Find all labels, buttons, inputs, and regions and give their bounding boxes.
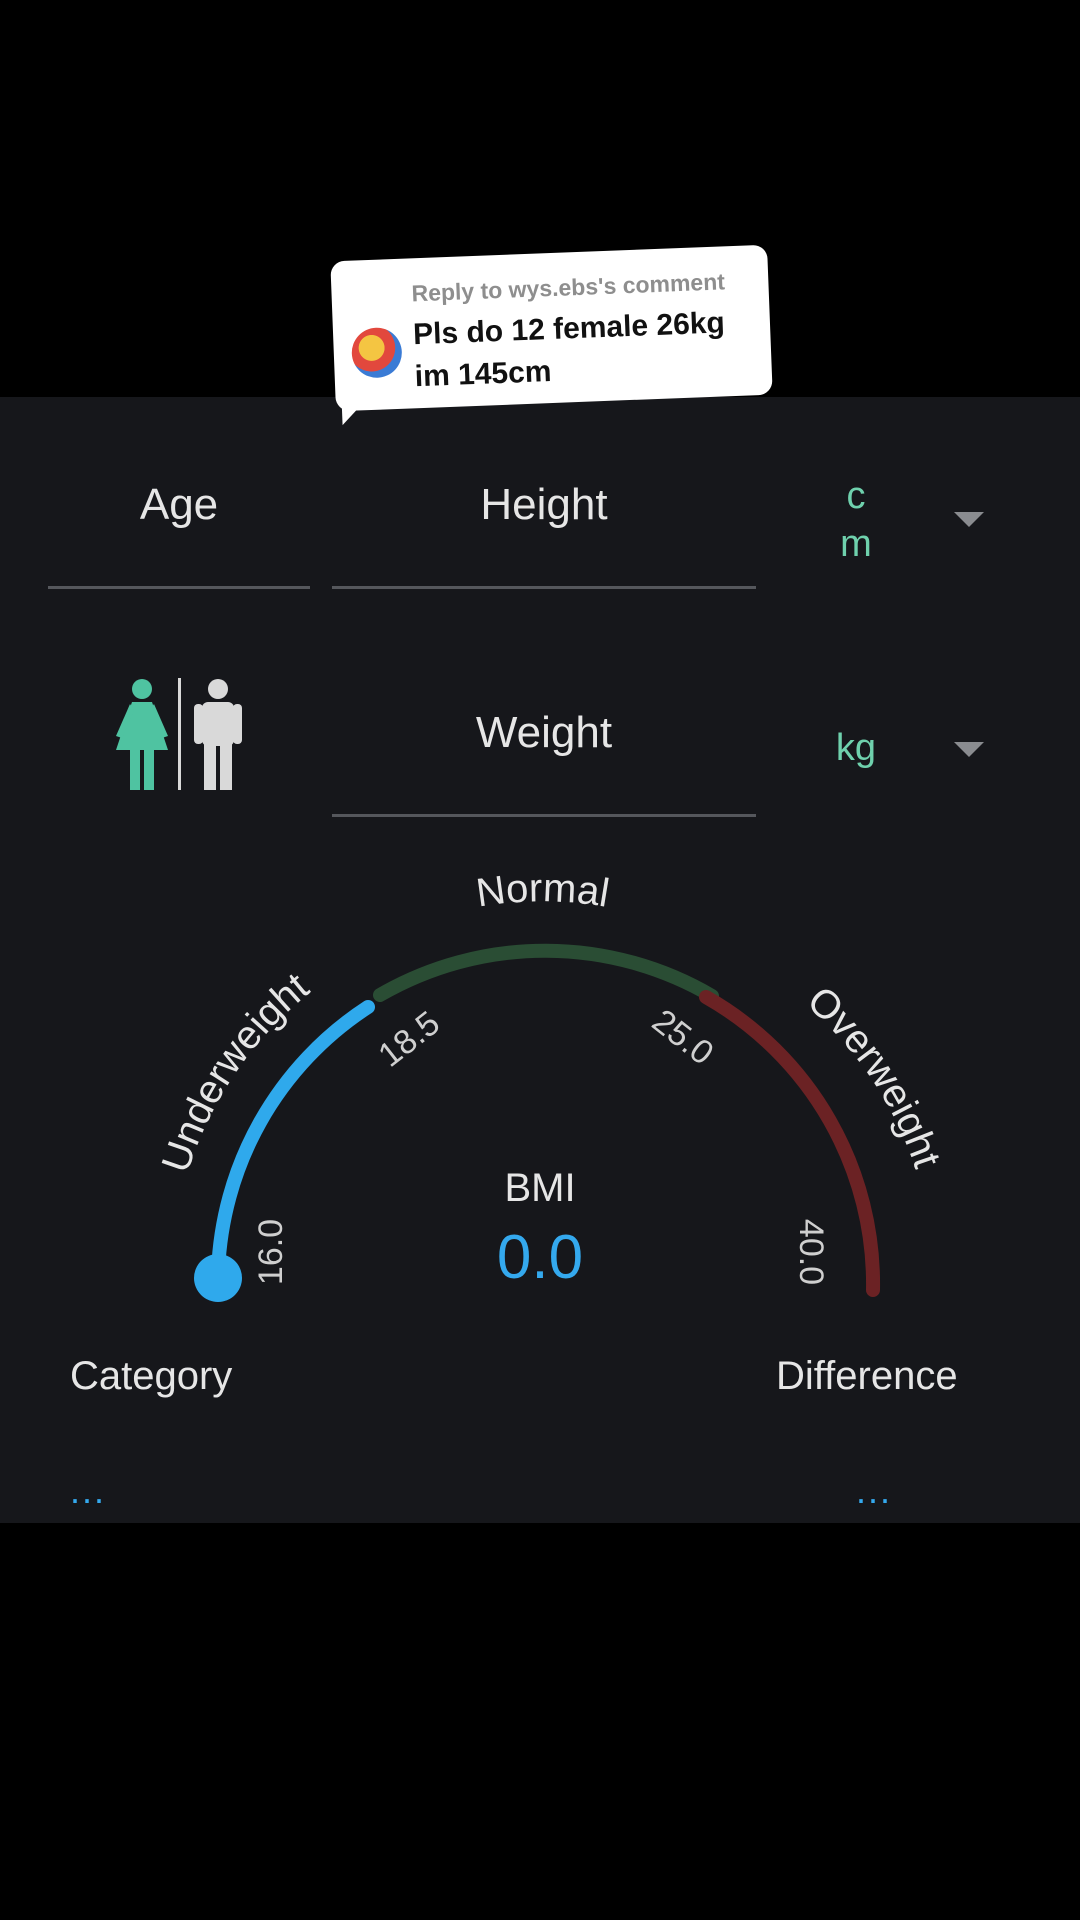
height-underline (332, 586, 756, 589)
normal-arc (380, 951, 712, 996)
overweight-label: Overweight (799, 978, 949, 1173)
gender-toggle[interactable] (110, 678, 250, 790)
weight-underline (332, 814, 756, 817)
bubble-tail (341, 400, 367, 426)
tick-label-25: 25.0 (645, 1002, 721, 1073)
tick-label-16: 16.0 (252, 1219, 290, 1285)
weight-unit-select[interactable]: kg (820, 724, 892, 772)
difference-label: Difference (776, 1354, 958, 1398)
commenter-avatar (350, 326, 403, 379)
age-field[interactable]: Age (48, 480, 310, 530)
weight-unit-dropdown-icon[interactable] (954, 742, 984, 757)
height-unit-select[interactable]: cm (836, 472, 876, 568)
male-icon[interactable] (110, 678, 250, 790)
difference-value: ... (856, 1470, 893, 1511)
normal-label: Normal (474, 870, 613, 916)
bmi-label: BMI (504, 1166, 576, 1210)
age-underline (48, 586, 310, 589)
reply-comment-bubble: Reply to wys.ebs's comment Pls do 12 fem… (330, 244, 773, 426)
weight-field[interactable]: Weight (332, 708, 756, 758)
comment-text: Pls do 12 female 26kg im 145cm (412, 306, 726, 394)
tick-label-18-5: 18.5 (371, 1004, 447, 1075)
category-label: Category (70, 1354, 233, 1398)
tick-label-40: 40.0 (792, 1219, 830, 1285)
height-field[interactable]: Height (332, 480, 756, 530)
category-value: ... (70, 1470, 107, 1511)
bmi-value: 0.0 (496, 1223, 584, 1292)
height-unit-dropdown-icon[interactable] (954, 512, 984, 527)
gauge-pointer-knob[interactable] (194, 1254, 242, 1302)
reply-header: Reply to wys.ebs's comment (411, 268, 726, 307)
